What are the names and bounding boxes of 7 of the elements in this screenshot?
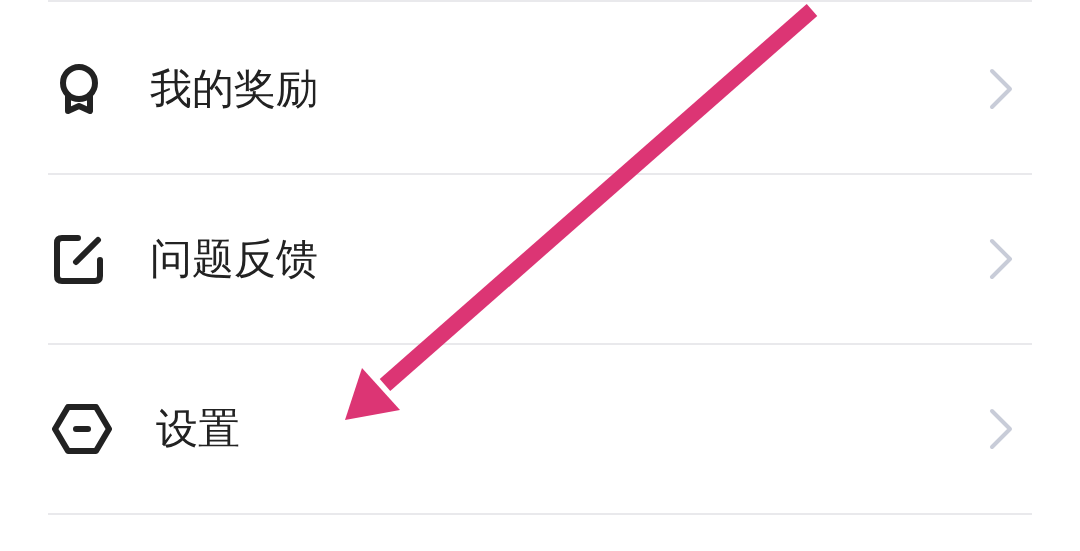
menu-item[interactable]: 问题反馈 [48, 175, 1032, 345]
edit-icon [52, 232, 106, 286]
menu-label: 我的奖励 [150, 63, 319, 115]
settings-icon [52, 402, 112, 456]
menu-item[interactable]: 我的奖励 [48, 5, 1032, 175]
menu-label: 设置 [156, 403, 241, 455]
menu-label: 问题反馈 [150, 233, 319, 285]
